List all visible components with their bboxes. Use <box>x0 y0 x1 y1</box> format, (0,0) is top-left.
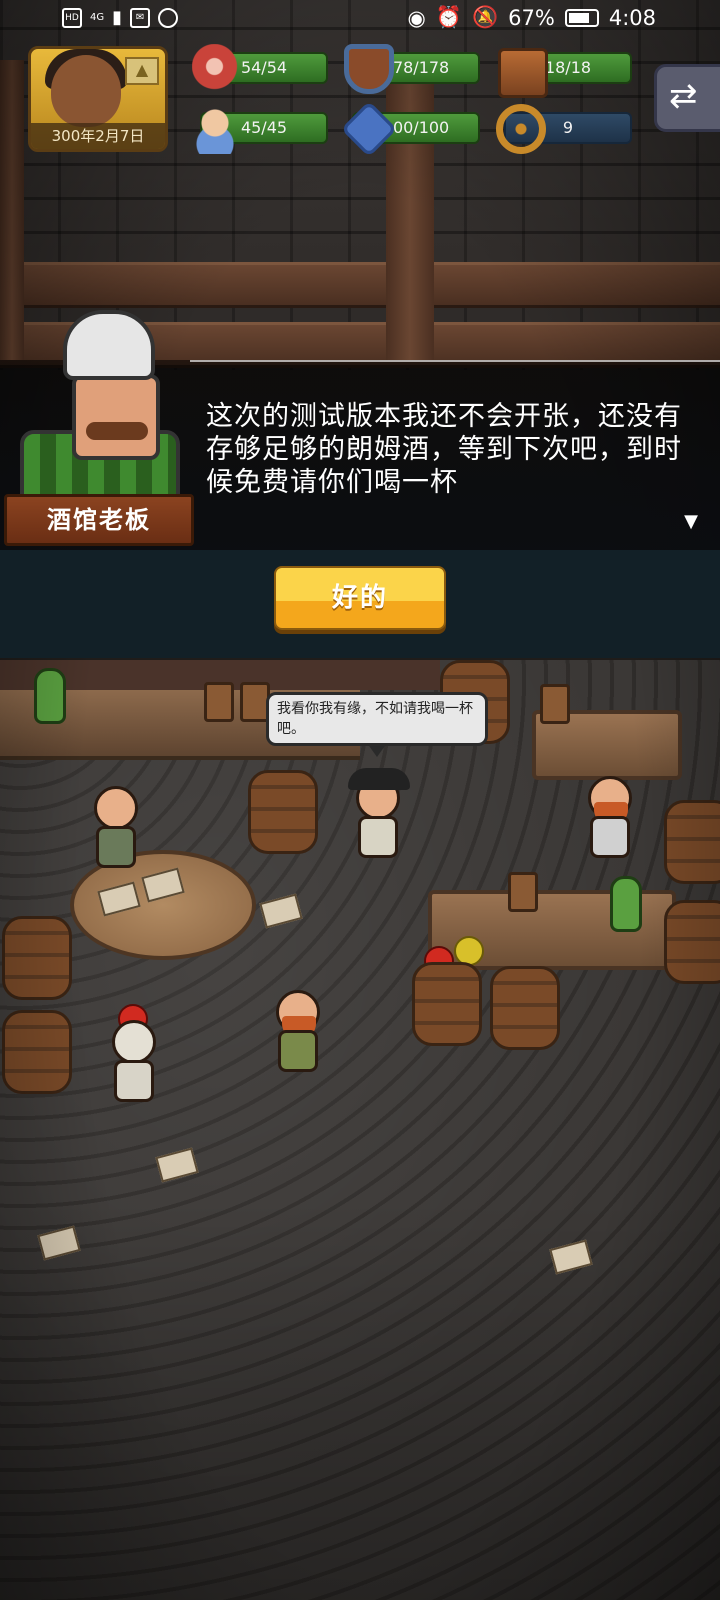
battery-icon <box>564 8 599 27</box>
crew-value: 45/45 <box>240 118 288 137</box>
portrait-face <box>51 55 121 127</box>
status-right: ◉ ⏰ 🔕 67% 4:08 <box>408 5 657 30</box>
barrel <box>412 962 482 1046</box>
mute-icon: 🔕 <box>471 5 499 29</box>
alarm-icon: ⏰ <box>435 5 462 29</box>
game-screen: 我看你我有缘，不如请我喝一杯吧。 HD 4G ▮ ✉ ◉ ⏰ 🔕 67% 4:0… <box>0 0 720 1600</box>
viking-player[interactable] <box>268 990 330 1080</box>
barrel <box>248 770 318 854</box>
mug <box>508 872 538 912</box>
pirate-captain[interactable] <box>348 768 410 866</box>
navigation-value: 9 <box>562 118 574 137</box>
status-left: HD 4G ▮ ✉ <box>62 7 179 28</box>
loading-icon <box>158 7 179 28</box>
sailor-icon <box>190 104 240 154</box>
network-type: 4G <box>90 11 105 23</box>
body <box>96 826 136 868</box>
continue-arrow-icon[interactable]: ▼ <box>680 513 702 538</box>
eye-icon: ◉ <box>407 5 426 30</box>
head <box>112 1020 156 1064</box>
body <box>358 816 398 858</box>
clock: 4:08 <box>608 5 656 30</box>
speech-bubble: 我看你我有缘，不如请我喝一杯吧。 <box>266 692 488 757</box>
ok-button[interactable]: 好的 <box>274 566 446 630</box>
signal-icon: ▮ <box>112 7 123 28</box>
barrel <box>664 800 720 884</box>
barrel <box>664 900 720 984</box>
pirate-hat <box>348 768 410 790</box>
bottle <box>610 876 642 932</box>
body <box>278 1030 318 1072</box>
tavern-keeper-portrait <box>8 310 190 500</box>
shield-icon <box>344 44 394 94</box>
wooden-beam <box>0 262 720 308</box>
body <box>114 1060 154 1102</box>
swap-arrows-icon: ⇄ <box>669 76 698 116</box>
bottle <box>34 668 66 724</box>
food-value: 54/54 <box>240 58 288 77</box>
dialog-divider <box>190 360 720 362</box>
player-portrait[interactable]: ▲ 300年2月7日 <box>28 46 168 152</box>
wood-value: 18/18 <box>544 58 592 77</box>
wooden-pillar <box>386 60 434 360</box>
chef-hat <box>63 310 155 380</box>
speaker-name: 酒馆老板 <box>4 494 194 546</box>
rank-badge-icon: ▲ <box>125 57 159 85</box>
barrel <box>490 966 560 1050</box>
npc-mustache <box>86 422 148 440</box>
viking-barkeep[interactable] <box>580 776 642 866</box>
npc-face <box>72 374 160 460</box>
floor-shadow <box>0 1200 720 1600</box>
status-bar: HD 4G ▮ ✉ ◉ ⏰ 🔕 67% 4:08 <box>0 0 720 38</box>
barrel <box>2 916 72 1000</box>
game-date: 300年2月7日 <box>31 123 165 149</box>
bandaged-mummy[interactable] <box>104 1020 164 1102</box>
notification-icon: ✉ <box>130 7 151 28</box>
dialog-text: 这次的测试版本我还不会开张，还没有存够足够的朗姆酒，等到下次吧，到时候免费请你们… <box>206 401 682 498</box>
seated-sailor[interactable] <box>86 786 146 870</box>
mug <box>540 684 570 724</box>
swap-button[interactable]: ⇄ <box>654 64 720 132</box>
meat-icon <box>192 44 242 94</box>
battery-percent: 67% <box>508 5 555 30</box>
wood-icon <box>498 48 548 98</box>
head <box>94 786 138 830</box>
hd-icon: HD <box>62 7 82 28</box>
mug <box>204 682 234 722</box>
body <box>590 816 630 858</box>
ship-wheel-icon <box>496 104 546 154</box>
barrel <box>2 1010 72 1094</box>
